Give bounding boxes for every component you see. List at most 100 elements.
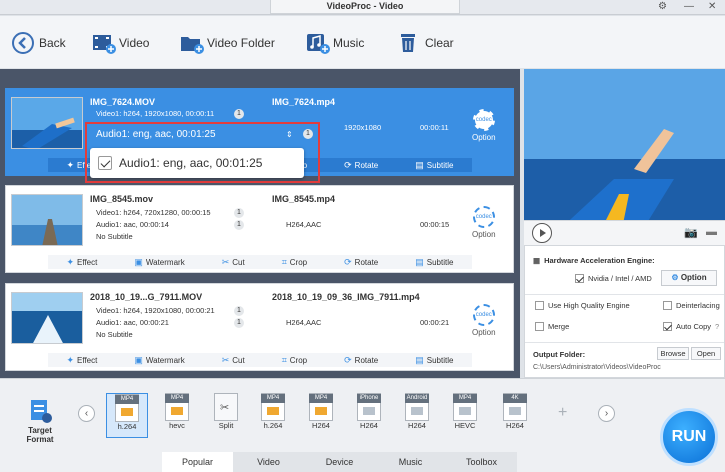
video-thumbnail (11, 194, 83, 246)
format-item[interactable]: 4K H264 (494, 393, 536, 438)
codec-option-button[interactable]: codec Option (472, 109, 496, 142)
high-quality-checkbox[interactable] (535, 301, 544, 310)
subtitle-button[interactable]: ▤ Subtitle (415, 257, 453, 268)
output-filename[interactable]: IMG_8545.mp4 (272, 194, 335, 204)
add-video-folder-button[interactable]: Video Folder (180, 30, 275, 56)
video-count-badge: 1 (234, 208, 244, 218)
audio-track-dropdown: Audio1: eng, aac, 00:01:25 (90, 148, 304, 178)
add-music-button[interactable]: Music (306, 30, 364, 56)
video-preview (524, 69, 725, 244)
audio-track-checkbox[interactable] (98, 156, 112, 170)
crop-button[interactable]: ⌗Crop (282, 257, 307, 268)
settings-gear-icon[interactable]: ⚙ (658, 1, 667, 13)
add-video-button[interactable]: Video (92, 30, 149, 56)
format-item[interactable]: iPhone H264 (348, 393, 390, 438)
folder-add-icon (180, 32, 204, 54)
auto-copy-option[interactable]: Auto Copy ? (663, 322, 719, 331)
tab-device[interactable]: Device (304, 452, 375, 472)
file-item[interactable]: 2018_10_19...G_7911.MOV Video1: h264, 19… (5, 283, 514, 371)
merge-option[interactable]: Merge (535, 322, 569, 331)
tab-video[interactable]: Video (233, 452, 304, 472)
format-item[interactable]: MP4 HEVC (444, 393, 486, 438)
cut-button[interactable]: ✂Cut (222, 355, 245, 366)
high-quality-option[interactable]: Use High Quality Engine (535, 301, 630, 310)
hw-option-button[interactable]: ⚙ Option (661, 270, 717, 286)
hw-accel-option[interactable]: Nvidia / Intel / AMD (575, 274, 652, 283)
close-icon[interactable]: ✕ (708, 1, 716, 13)
audio-track-info: Audio1: aac, 00:00:14 (96, 220, 169, 229)
format-item[interactable]: MP4 H264 (300, 393, 342, 438)
video-track-info: Video1: h264, 1920x1080, 00:00:21 (96, 306, 215, 315)
effect-button[interactable]: ✦ Effect (67, 257, 98, 268)
deinterlacing-checkbox[interactable] (663, 301, 672, 310)
settings-panel: ▦ Hardware Acceleration Engine: Nvidia /… (524, 245, 725, 378)
scroll-right-icon[interactable]: › (598, 405, 615, 422)
back-arrow-icon (12, 32, 34, 54)
codec-option-button[interactable]: codec Option (472, 304, 496, 337)
effect-wand-icon: ✦ (66, 354, 75, 365)
add-format-icon[interactable]: + (558, 404, 567, 422)
crop-icon: ⌗ (281, 354, 287, 365)
scroll-left-icon[interactable]: ‹ (78, 405, 95, 422)
tab-popular[interactable]: Popular (162, 452, 233, 472)
auto-copy-checkbox[interactable] (663, 322, 672, 331)
rotate-button[interactable]: ⟳ Rotate (344, 355, 378, 366)
run-button[interactable]: RUN (660, 408, 718, 466)
browse-button[interactable]: Browse (657, 347, 689, 360)
format-file-icon: MP4 (165, 393, 189, 421)
chip-icon: ▦ (533, 256, 541, 265)
play-button[interactable] (532, 223, 552, 243)
rotate-button[interactable]: ⟳ Rotate (344, 160, 378, 171)
codec-icon: codec (472, 109, 495, 131)
target-format-button[interactable]: Target Format (14, 398, 66, 444)
codec-option-button[interactable]: codec Option (472, 206, 496, 239)
output-filename[interactable]: 2018_10_19_09_36_IMG_7911.mp4 (272, 292, 420, 302)
effect-button[interactable]: ✦ Effect (67, 355, 98, 366)
output-filename[interactable]: IMG_7624.mp4 (272, 97, 335, 107)
subtitle-button[interactable]: ▤ Subtitle (415, 355, 453, 366)
help-icon: ? (715, 322, 720, 331)
format-file-icon: MP4 (261, 393, 285, 421)
watermark-button[interactable]: ▣Watermark (134, 257, 184, 268)
trash-icon (398, 32, 420, 54)
format-tabs: Popular Video Device Music Toolbox (162, 452, 517, 472)
open-button[interactable]: Open (691, 347, 721, 360)
format-item[interactable]: MP4 hevc (156, 393, 198, 438)
subtitle-button[interactable]: ▤ Subtitle (415, 160, 453, 171)
video-track-info: Video1: h264, 1920x1080, 00:00:11 (96, 109, 215, 118)
tab-music[interactable]: Music (375, 452, 446, 472)
file-item[interactable]: IMG_8545.mov Video1: h264, 720x1280, 00:… (5, 185, 514, 273)
format-item[interactable]: MP4 h.264 (252, 393, 294, 438)
gear-icon: ⚙ (671, 273, 679, 282)
format-item[interactable]: Android H264 (396, 393, 438, 438)
format-file-icon: 4K (503, 393, 527, 421)
scissors-icon: ✂ (221, 354, 230, 365)
format-file-icon: Android (405, 393, 429, 421)
audio-track-option[interactable]: Audio1: eng, aac, 00:01:25 (119, 156, 262, 170)
format-file-icon: MP4 (453, 393, 477, 421)
watermark-button[interactable]: ▣Watermark (134, 355, 184, 366)
rotate-icon: ⟳ (344, 354, 352, 365)
hw-accel-checkbox[interactable] (575, 274, 584, 283)
deinterlacing-option[interactable]: Deinterlacing (663, 301, 720, 310)
merge-checkbox[interactable] (535, 322, 544, 331)
format-item[interactable]: MP4 h.264 (106, 393, 148, 438)
cut-button[interactable]: ✂Cut (222, 257, 245, 268)
crop-button[interactable]: ⌗Crop (282, 355, 307, 366)
hw-accel-title: ▦ Hardware Acceleration Engine: (533, 256, 655, 265)
clear-button[interactable]: Clear (398, 30, 454, 56)
watermark-icon: ▣ (134, 256, 143, 267)
minimize-icon[interactable]: — (684, 1, 694, 13)
output-folder-label: Output Folder: (533, 350, 586, 359)
format-item[interactable]: ✂ Split (205, 393, 247, 438)
subtitle-icon: ▤ (415, 256, 424, 267)
back-button[interactable]: Back (12, 30, 66, 56)
output-resolution: 1920x1080 (344, 123, 382, 132)
snapshot-camera-icon[interactable]: 📷 (684, 226, 698, 239)
rotate-button[interactable]: ⟳ Rotate (344, 257, 378, 268)
tab-toolbox[interactable]: Toolbox (446, 452, 517, 472)
video-folder-label: Video Folder (207, 36, 275, 50)
folder-icon[interactable]: ▬ (706, 226, 717, 238)
scissors-icon: ✂ (221, 256, 230, 267)
output-path: C:\Users\Administrator\Videos\VideoProc (533, 364, 661, 371)
